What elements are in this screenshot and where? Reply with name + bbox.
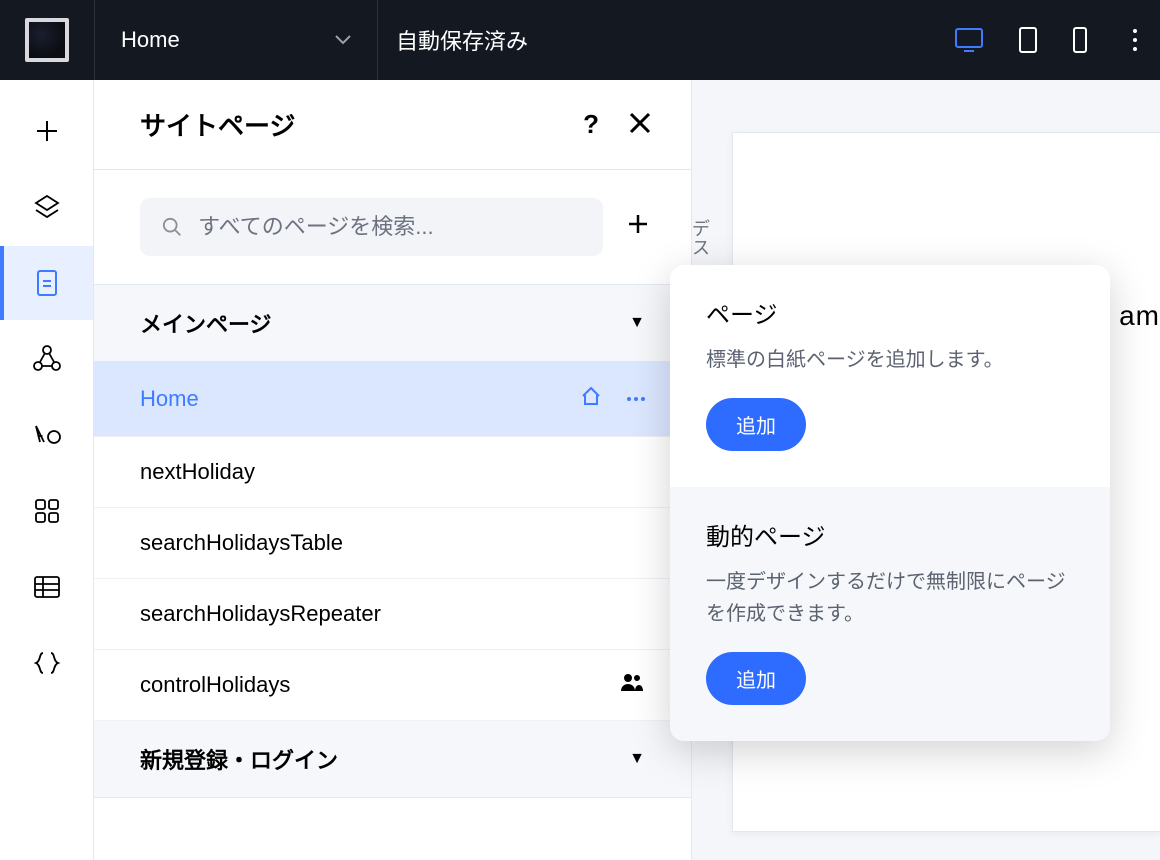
page-item[interactable]: nextHoliday: [94, 437, 691, 508]
chevron-down-icon: [335, 32, 351, 48]
search-input[interactable]: [198, 214, 581, 240]
page-item[interactable]: searchHolidaysRepeater: [94, 579, 691, 650]
close-icon[interactable]: [627, 110, 653, 139]
brand-logo[interactable]: [0, 18, 94, 62]
page-item-home[interactable]: Home: [94, 362, 691, 437]
popup-section-dynamic: 動的ページ 一度デザインするだけで無制限にページを作成できます。 追加: [670, 487, 1110, 741]
popup-dynamic-desc: 一度デザインするだけで無制限にページを作成できます。: [706, 566, 1074, 630]
add-page-button[interactable]: [623, 210, 653, 244]
tablet-icon[interactable]: [1018, 26, 1038, 54]
current-page-name: Home: [121, 27, 180, 53]
apps-icon[interactable]: [0, 474, 93, 548]
canvas-text-fragment: am: [1119, 300, 1160, 332]
panel-title: サイトページ: [140, 106, 295, 143]
collapse-icon: ▼: [629, 750, 645, 768]
page-item[interactable]: searchHolidaysTable: [94, 508, 691, 579]
section-label: 新規登録・ログイン: [140, 743, 338, 775]
code-icon[interactable]: [0, 626, 93, 700]
mobile-icon[interactable]: [1072, 26, 1088, 54]
page-label: controlHolidays: [140, 672, 619, 698]
page-label: searchHolidaysRepeater: [140, 601, 645, 627]
page-label: Home: [140, 386, 579, 412]
popup-dynamic-title: 動的ページ: [706, 517, 1074, 552]
help-icon[interactable]: ?: [583, 109, 599, 140]
collapse-icon: ▼: [629, 314, 645, 332]
save-status: 自動保存済み: [378, 24, 954, 56]
search-row: [94, 170, 691, 285]
panel-header: サイトページ ?: [94, 80, 691, 170]
top-bar: Home 自動保存済み: [0, 0, 1160, 80]
add-dynamic-page-button[interactable]: 追加: [706, 652, 806, 705]
add-page-popup: ページ 標準の白紙ページを追加します。 追加 動的ページ 一度デザインするだけで…: [670, 265, 1110, 741]
popup-page-title: ページ: [706, 295, 1074, 330]
page-selector[interactable]: Home: [94, 0, 378, 80]
add-panel-icon[interactable]: [0, 94, 93, 168]
layers-icon[interactable]: [0, 170, 93, 244]
desktop-icon[interactable]: [954, 27, 984, 53]
data-icon[interactable]: [0, 322, 93, 396]
page-label: searchHolidaysTable: [140, 530, 645, 556]
pages-icon[interactable]: [0, 246, 93, 320]
members-icon: [619, 672, 645, 698]
pages-panel: サイトページ ? メインページ ▼ Home: [94, 80, 692, 860]
add-blank-page-button[interactable]: 追加: [706, 398, 806, 451]
styles-icon[interactable]: [0, 398, 93, 472]
popup-section-page: ページ 標準の白紙ページを追加します。 追加: [670, 265, 1110, 487]
page-list: Home nextHoliday searchHolidaysTable sea…: [94, 362, 691, 721]
page-label: nextHoliday: [140, 459, 645, 485]
page-item[interactable]: controlHolidays: [94, 650, 691, 721]
search-icon: [162, 216, 182, 238]
more-menu-icon[interactable]: [1122, 29, 1142, 51]
table-icon[interactable]: [0, 550, 93, 624]
section-label: メインページ: [140, 307, 272, 339]
device-switcher: [954, 26, 1160, 54]
search-box[interactable]: [140, 198, 603, 256]
left-rail: [0, 80, 94, 860]
section-auth-pages[interactable]: 新規登録・ログイン ▼: [94, 721, 691, 798]
canvas-side-label: デス: [692, 220, 710, 258]
home-icon: [579, 384, 603, 414]
popup-page-desc: 標準の白紙ページを追加します。: [706, 344, 1074, 376]
page-more-icon[interactable]: [627, 397, 645, 401]
section-main-pages[interactable]: メインページ ▼: [94, 285, 691, 362]
